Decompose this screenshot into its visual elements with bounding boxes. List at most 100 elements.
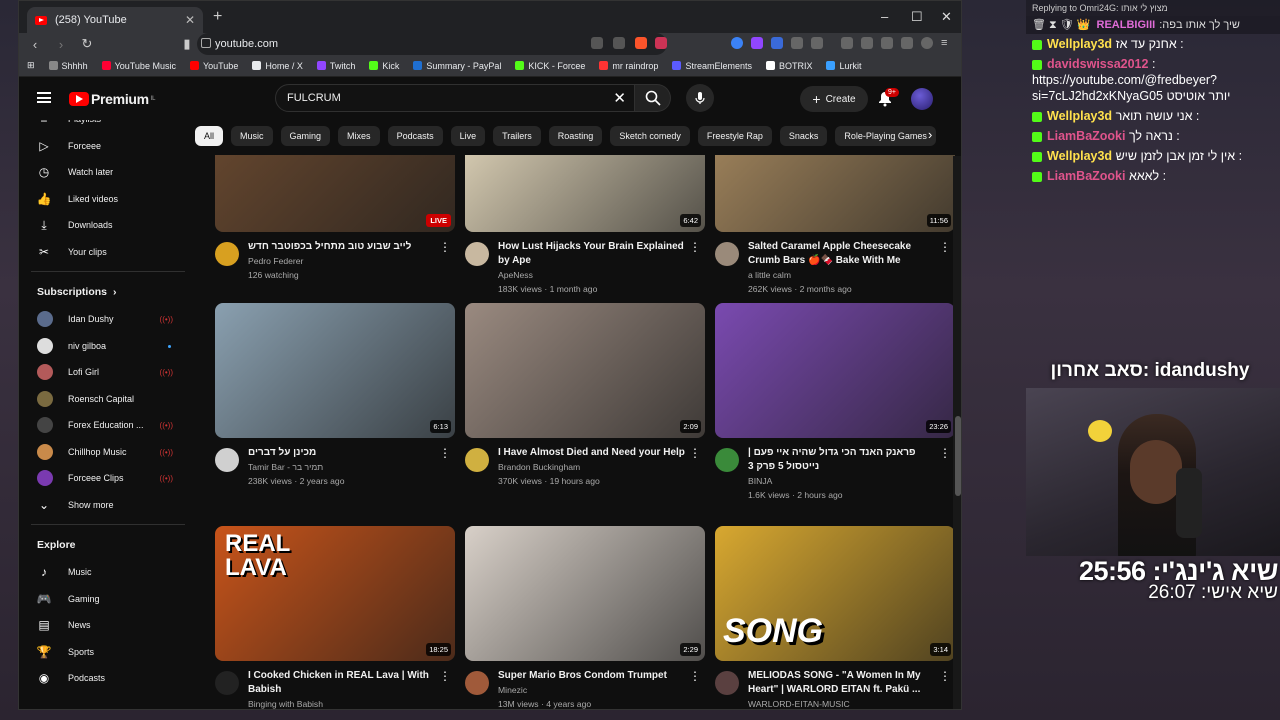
sidebar-item[interactable]: 👍 Liked videos <box>19 186 195 213</box>
video-thumbnail[interactable]: 6:13 <box>215 303 455 438</box>
sidebar-item[interactable]: ⤓ Downloads <box>19 212 195 239</box>
extension-icon-4[interactable] <box>811 37 823 49</box>
video-thumbnail[interactable]: 2:09 <box>465 303 705 438</box>
chips-next-icon[interactable]: › <box>928 127 932 142</box>
filter-chip[interactable]: Snacks <box>779 126 828 146</box>
video-thumbnail[interactable]: SONG 3:14 <box>715 526 955 661</box>
sidebar-item[interactable]: ◉ Podcasts <box>19 665 195 692</box>
scrollbar-thumb[interactable] <box>955 416 961 496</box>
video-card[interactable]: SONG 3:14 MELIODAS SONG - "A Women In My H… <box>715 526 955 709</box>
filter-chip[interactable]: Trailers <box>493 126 541 146</box>
more-options-icon[interactable]: ⋮ <box>439 447 451 459</box>
channel-avatar[interactable] <box>215 671 239 695</box>
maximize-button[interactable]: ☐ <box>911 9 923 25</box>
video-thumbnail[interactable]: REAL LAVA 18:25 <box>215 526 455 661</box>
channel-name[interactable]: BINJA <box>748 474 935 488</box>
bookmark-item[interactable]: Twitch <box>316 61 355 71</box>
video-card[interactable]: REAL LAVA 18:25 I Cooked Chicken in REAL L… <box>215 526 455 709</box>
bookmark-item[interactable]: StreamElements <box>672 61 752 71</box>
chat-username[interactable]: Wellplay3d <box>1047 109 1112 123</box>
share-icon[interactable] <box>613 37 625 49</box>
channel-name[interactable]: Tamir Bar - תמיר בר <box>248 460 435 474</box>
sidebar-item[interactable]: ▷ Forceee <box>19 133 195 160</box>
apps-grid-icon[interactable]: ⊞ <box>27 60 35 71</box>
filter-chip[interactable]: All <box>195 126 224 146</box>
channel-avatar[interactable] <box>465 242 489 266</box>
video-card[interactable]: 6:42 How Lust Hijacks Your Brain Explaine… <box>465 155 705 296</box>
create-button[interactable]: + Create <box>800 86 868 112</box>
wallet-icon[interactable] <box>881 37 893 49</box>
account-avatar[interactable] <box>911 88 933 110</box>
video-thumbnail[interactable]: 23:26 <box>715 303 955 438</box>
channel-avatar[interactable] <box>715 448 739 472</box>
bookmark-item[interactable]: Lurkit <box>826 61 862 71</box>
video-thumbnail[interactable]: 6:42 <box>465 155 705 232</box>
subscription-item[interactable]: Lofi Girl ((•)) <box>19 359 195 386</box>
bookmark-item[interactable]: YouTube Music <box>101 61 176 71</box>
chat-username[interactable]: LiamBaZooki <box>1047 169 1126 183</box>
sidebar-item[interactable]: ◷ Watch later <box>19 159 195 186</box>
bookmark-item[interactable]: YouTube <box>189 61 238 71</box>
back-button[interactable]: ‹ <box>25 37 45 52</box>
bookmark-item[interactable]: Summary - PayPal <box>413 61 501 71</box>
channel-avatar[interactable] <box>465 448 489 472</box>
video-card[interactable]: 6:13 מכינן על דברים Tamir Bar - תמיר בר 238… <box>215 303 455 488</box>
filter-chip[interactable]: Roasting <box>548 126 603 146</box>
bookmark-item[interactable]: Shhhh <box>48 61 88 71</box>
search-input[interactable]: FULCRUM ✕ <box>275 84 635 112</box>
youtube-logo[interactable]: Premium IL <box>69 91 156 107</box>
voice-search-button[interactable] <box>686 84 714 112</box>
channel-name[interactable]: WARLORD-EITAN-MUSIC <box>748 697 935 709</box>
filter-chip[interactable]: Gaming <box>280 126 331 146</box>
video-thumbnail[interactable]: LIVE <box>215 155 455 232</box>
new-tab-button[interactable]: + <box>213 8 222 26</box>
video-title[interactable]: Salted Caramel Apple Cheesecake Crumb Ba… <box>748 240 935 268</box>
filter-chip[interactable]: Music <box>231 126 273 146</box>
downloads-icon[interactable] <box>841 37 853 49</box>
video-title[interactable]: Super Mario Bros Condom Trumpet <box>498 669 685 683</box>
extension-icon-3[interactable] <box>771 37 783 49</box>
more-options-icon[interactable]: ⋮ <box>939 241 951 253</box>
subscription-item[interactable]: Chillhop Music ((•)) <box>19 439 195 466</box>
url-bar[interactable]: youtube.com <box>197 33 667 55</box>
more-options-icon[interactable]: ⋮ <box>439 670 451 682</box>
video-title[interactable]: פראנק האנד הכי גדול שהיה איי פעם | נייטס… <box>748 446 935 474</box>
chat-username[interactable]: Wellplay3d <box>1047 149 1112 163</box>
search-button[interactable] <box>635 84 671 112</box>
window-close-button[interactable]: ✕ <box>941 9 952 25</box>
subscription-item[interactable]: Forex Education ... ((•)) <box>19 412 195 439</box>
chat-username[interactable]: davidswissa2012 <box>1047 57 1148 71</box>
sidebar-toggle-icon[interactable] <box>861 37 873 49</box>
video-title[interactable]: מכינן על דברים <box>248 446 435 460</box>
filter-chip[interactable]: Podcasts <box>387 126 443 146</box>
bookmark-icon[interactable]: ▮ <box>177 36 197 52</box>
channel-name[interactable]: a little calm <box>748 268 935 282</box>
chat-username[interactable]: LiamBaZooki <box>1047 129 1126 143</box>
channel-avatar[interactable] <box>715 671 739 695</box>
more-options-icon[interactable]: ⋮ <box>939 670 951 682</box>
tab-close-icon[interactable]: ✕ <box>185 13 195 27</box>
show-more-button[interactable]: ⌄ Show more <box>19 492 195 519</box>
minimize-button[interactable]: – <box>881 9 888 24</box>
subscription-item[interactable]: Forceee Clips ((•)) <box>19 465 195 492</box>
sidebar-item[interactable]: 🎮 Gaming <box>19 586 195 613</box>
channel-avatar[interactable] <box>215 242 239 266</box>
tab-youtube[interactable]: (258) YouTube ✕ <box>27 7 203 33</box>
filter-chip[interactable]: Mixes <box>338 126 380 146</box>
video-thumbnail[interactable]: 2:29 <box>465 526 705 661</box>
bookmark-item[interactable]: BOTRIX <box>765 61 812 71</box>
video-title[interactable]: MELIODAS SONG - "A Women In My Heart" | … <box>748 669 935 697</box>
video-card[interactable]: 2:29 Super Mario Bros Condom Trumpet Minez… <box>465 526 705 709</box>
subscription-item[interactable]: Roensch Capital <box>19 386 195 413</box>
subscription-item[interactable]: Idan Dushy ((•)) <box>19 306 195 333</box>
channel-avatar[interactable] <box>715 242 739 266</box>
subscription-item[interactable]: niv gilboa <box>19 333 195 360</box>
channel-name[interactable]: Minezic <box>498 683 685 697</box>
filter-chip[interactable]: Sketch comedy <box>610 126 690 146</box>
channel-name[interactable]: Brandon Buckingham <box>498 460 685 474</box>
filter-chip[interactable]: Role-Playing Games <box>835 126 936 146</box>
bookmark-item[interactable]: KICK - Forcee <box>515 61 585 71</box>
more-options-icon[interactable]: ⋮ <box>689 670 701 682</box>
filter-chip[interactable]: Live <box>450 126 486 146</box>
channel-name[interactable]: ApeNess <box>498 268 685 282</box>
